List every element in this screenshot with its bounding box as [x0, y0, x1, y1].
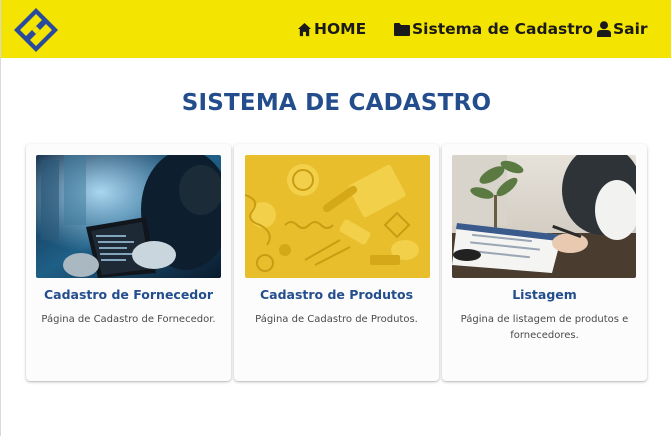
- nav-sair-link[interactable]: Sair: [597, 0, 648, 58]
- user-icon: [597, 21, 611, 37]
- card-text: Página de Cadastro de Fornecedor.: [41, 314, 216, 325]
- card-title: Cadastro de Fornecedor: [43, 287, 214, 302]
- card-image-produtos: [245, 155, 430, 278]
- card-cadastro-produtos[interactable]: Cadastro de Produtos Página de Cadastro …: [234, 144, 439, 381]
- card-title: Listagem: [512, 287, 577, 302]
- nav-sistema-cadastro-link[interactable]: Sistema de Cadastro: [394, 0, 593, 58]
- home-icon: [297, 22, 312, 36]
- card-text: Página de Cadastro de Produtos.: [255, 314, 418, 325]
- nav-home-label: HOME: [314, 20, 367, 38]
- page-title: SISTEMA DE CADASTRO: [181, 90, 492, 116]
- nav-sair-label: Sair: [613, 20, 648, 38]
- card-cadastro-fornecedor[interactable]: Cadastro de Fornecedor Página de Cadastr…: [26, 144, 231, 381]
- card-listagem[interactable]: Listagem Página de listagem de produtos …: [442, 144, 647, 381]
- navbar: HOME Sistema de Cadastro Sair: [1, 0, 671, 58]
- card-title: Cadastro de Produtos: [259, 287, 414, 302]
- banco-do-brasil-logo-icon[interactable]: [14, 8, 58, 52]
- card-image-listagem: [452, 155, 636, 278]
- folder-icon: [394, 23, 410, 36]
- nav-home-link[interactable]: HOME: [297, 0, 366, 58]
- card-image-fornecedor: [36, 155, 221, 278]
- nav-sistema-cadastro-label: Sistema de Cadastro: [412, 20, 593, 38]
- card-text: Página de listagem de produtos e fornece…: [460, 314, 629, 341]
